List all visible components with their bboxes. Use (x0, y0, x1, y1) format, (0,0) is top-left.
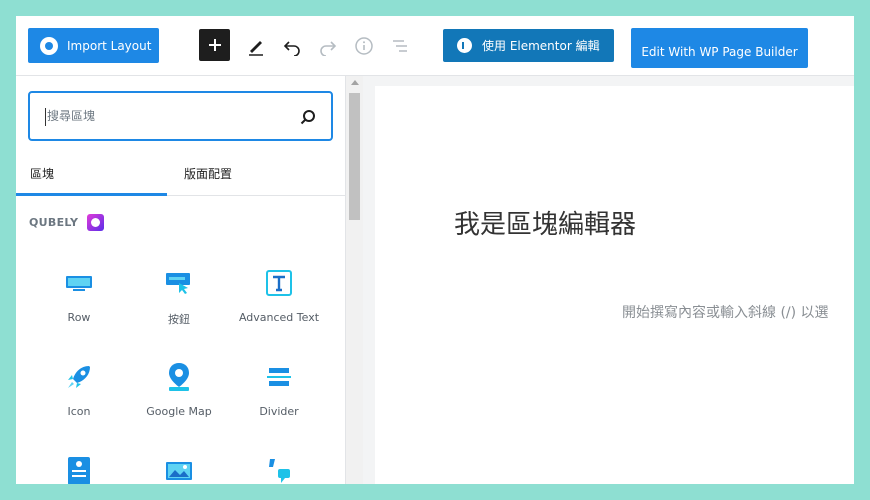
block-icon[interactable]: Icon (29, 362, 129, 418)
top-toolbar: Import Layout 使用 Elementor 編輯 Edit With … (16, 16, 854, 76)
block-button[interactable]: 按鈕 (129, 268, 229, 327)
tab-layouts[interactable]: 版面配置 (167, 160, 317, 196)
contact-form-icon (64, 456, 94, 484)
add-block-icon[interactable] (199, 29, 230, 61)
image-icon (164, 456, 194, 484)
block-divider[interactable]: Divider (229, 362, 329, 418)
block-label: Advanced Text (238, 311, 320, 324)
block-image[interactable] (129, 456, 229, 484)
scrollbar-thumb[interactable] (349, 93, 360, 220)
import-layout-label: Import Layout (67, 38, 152, 53)
scroll-up-arrow-icon[interactable] (351, 80, 359, 85)
editor-canvas[interactable] (375, 86, 854, 484)
divider-icon (264, 362, 294, 392)
undo-icon[interactable] (277, 31, 307, 61)
wp-page-builder-label: Edit With WP Page Builder (641, 45, 798, 59)
qubely-logo-icon (40, 36, 58, 55)
inserter-tabs: 區塊 版面配置 (16, 160, 346, 196)
block-placeholder-text[interactable]: 開始撰寫內容或輸入斜線 (/) 以選 (622, 302, 829, 322)
block-google-map[interactable]: Google Map (129, 362, 229, 418)
block-search-box[interactable] (28, 91, 333, 141)
section-title: QUBELY (29, 216, 79, 229)
qubely-brand-icon (87, 214, 105, 231)
editor-window: Import Layout 使用 Elementor 編輯 Edit With … (16, 16, 854, 484)
post-title[interactable]: 我是區塊編輯器 (454, 204, 636, 241)
block-search-input[interactable] (47, 103, 287, 129)
block-row[interactable]: Row (29, 268, 129, 324)
elementor-label: 使用 Elementor 編輯 (482, 39, 600, 53)
text-cursor (45, 108, 46, 126)
block-inserter-panel: 區塊 版面配置 QUBELY Row 按鈕 Advanced Text (16, 76, 346, 484)
rocket-icon (64, 362, 94, 392)
elementor-edit-button[interactable]: 使用 Elementor 編輯 (443, 29, 614, 62)
row-icon (64, 268, 94, 298)
block-label: Google Map (146, 405, 212, 418)
advanced-text-icon (264, 268, 294, 298)
button-icon (164, 268, 194, 298)
block-label: Row (67, 311, 91, 324)
panel-scrollbar[interactable] (346, 76, 363, 484)
elementor-icon (457, 38, 472, 53)
block-label: Divider (259, 405, 299, 418)
redo-icon[interactable] (313, 31, 343, 61)
pencil-icon[interactable] (241, 31, 271, 61)
qubely-section-header[interactable]: QUBELY (29, 214, 105, 231)
block-advanced-text[interactable]: Advanced Text (229, 268, 329, 324)
search-icon[interactable] (299, 108, 317, 126)
block-testimonial[interactable] (229, 456, 329, 484)
map-pin-icon (164, 362, 194, 392)
wp-page-builder-button[interactable]: Edit With WP Page Builder (631, 28, 808, 68)
block-label: Icon (67, 405, 91, 418)
block-label: 按鈕 (168, 313, 190, 326)
tab-blocks[interactable]: 區塊 (16, 160, 167, 196)
outline-list-icon[interactable] (385, 31, 415, 61)
import-layout-button[interactable]: Import Layout (28, 28, 159, 63)
block-contact-form[interactable] (29, 456, 129, 484)
info-icon[interactable] (349, 31, 379, 61)
testimonial-icon (264, 456, 294, 484)
